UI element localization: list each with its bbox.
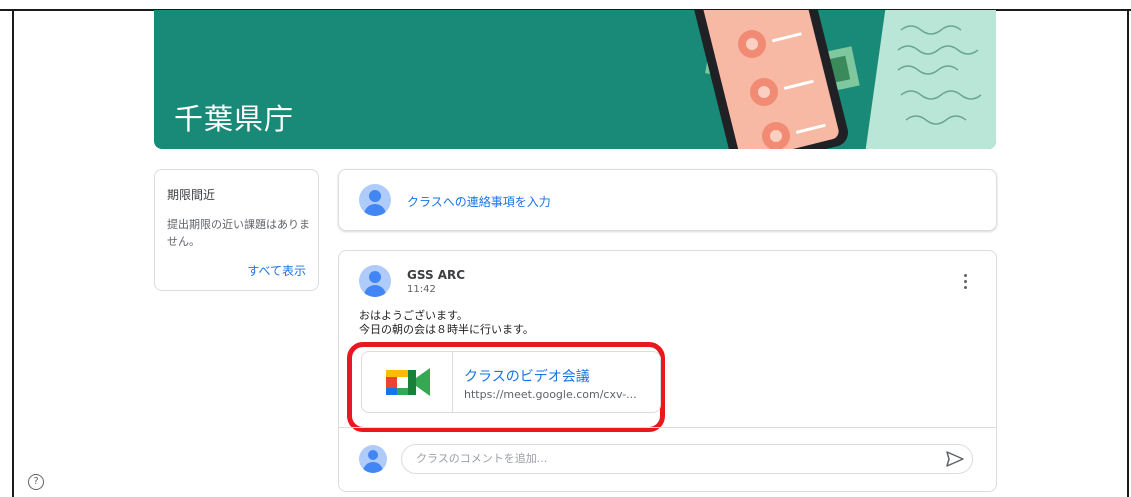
class-title: 千葉県庁 bbox=[174, 102, 295, 136]
commenter-avatar bbox=[359, 445, 387, 473]
post-line: 今日の朝の会は８時半に行います。 bbox=[359, 323, 534, 336]
help-icon[interactable]: ? bbox=[28, 474, 44, 490]
divider bbox=[339, 427, 996, 428]
meet-attachment[interactable]: クラスのビデオ会議 https://meet.google.com/cxv-..… bbox=[361, 351, 661, 413]
upcoming-empty-text: 提出期限の近い課題はありません。 bbox=[167, 218, 310, 248]
class-banner: 千葉県庁 bbox=[154, 10, 996, 149]
meet-title[interactable]: クラスのビデオ会議 bbox=[464, 366, 590, 386]
window-right-border bbox=[1127, 10, 1129, 497]
announcement-composer[interactable]: クラスへの連絡事項を入力 bbox=[338, 169, 997, 231]
post-body: おはようございます。 今日の朝の会は８時半に行います。 bbox=[359, 309, 534, 337]
avatar bbox=[359, 184, 391, 216]
upcoming-title: 期限間近 bbox=[167, 188, 216, 202]
stream-post: GSS ARC 11:42 おはようございます。 今日の朝の会は８時半に行います… bbox=[338, 250, 997, 492]
upcoming-card: 期限間近 提出期限の近い課題はありません。 すべて表示 bbox=[154, 169, 319, 291]
window-left-border bbox=[12, 10, 14, 497]
meet-url: https://meet.google.com/cxv-... bbox=[464, 388, 637, 401]
view-all-link[interactable]: すべて表示 bbox=[247, 262, 306, 279]
post-time: 11:42 bbox=[407, 284, 436, 295]
announcement-placeholder[interactable]: クラスへの連絡事項を入力 bbox=[407, 193, 551, 210]
meet-logo-icon bbox=[362, 352, 453, 412]
banner-illustration bbox=[636, 10, 996, 149]
comment-input[interactable]: クラスのコメントを追加... bbox=[401, 444, 973, 474]
post-author: GSS ARC bbox=[407, 268, 466, 282]
more-options-icon[interactable] bbox=[957, 271, 973, 293]
author-avatar bbox=[359, 265, 391, 297]
send-icon[interactable] bbox=[945, 450, 965, 468]
post-line: おはようございます。 bbox=[359, 309, 468, 322]
